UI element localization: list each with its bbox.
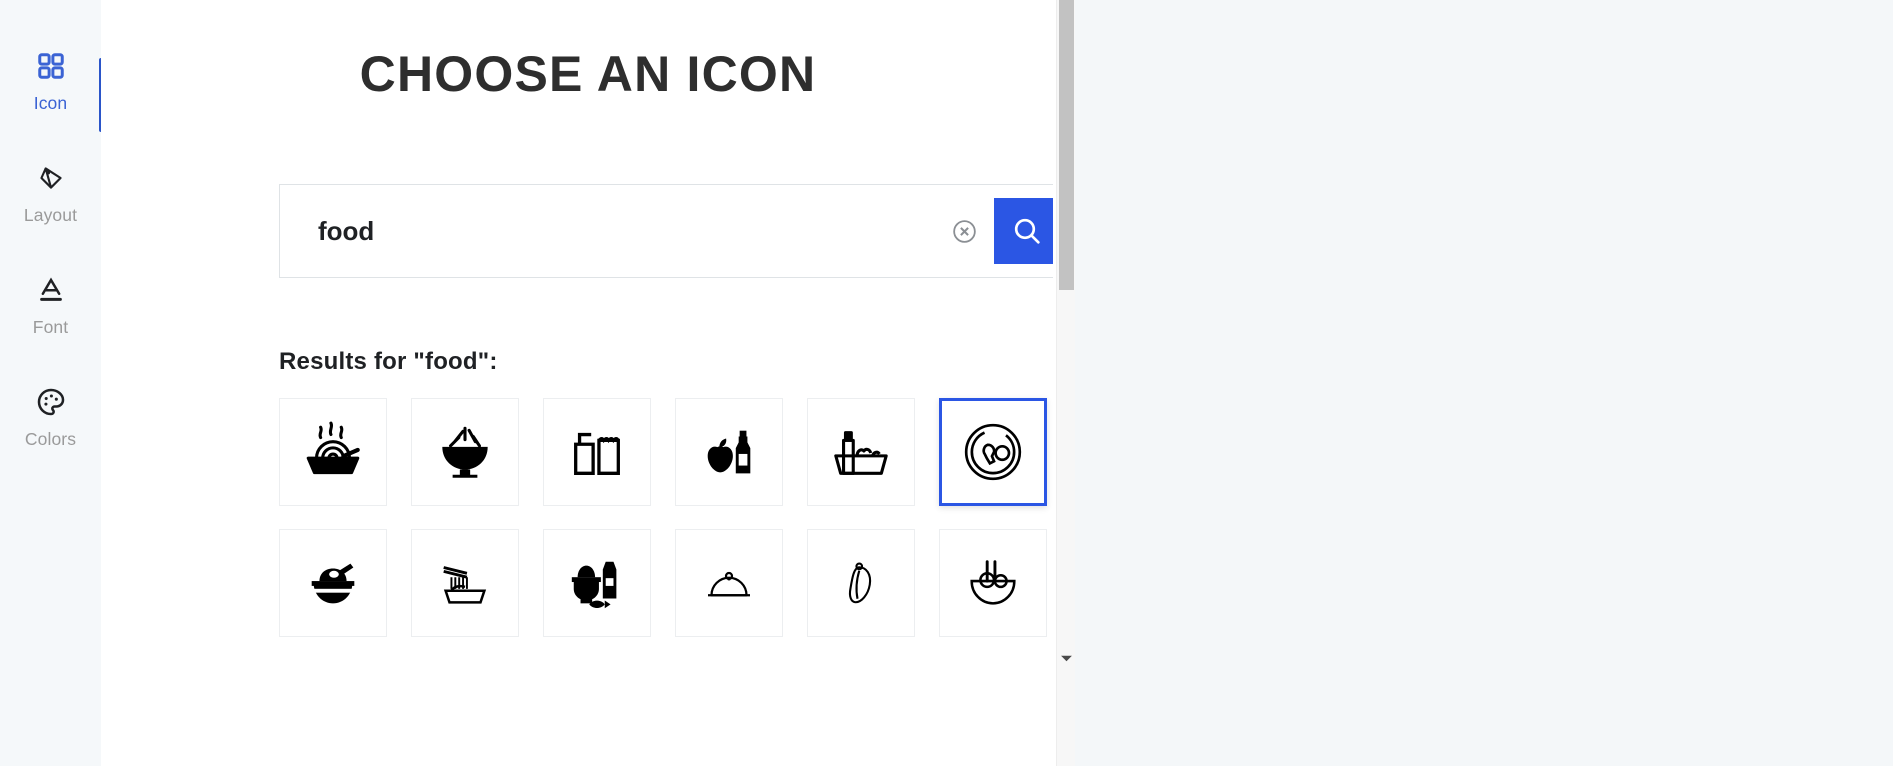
sidebar-item-label: Colors — [24, 429, 77, 449]
app-root: Icon Layout Font Colors CHOOSE AN ICON f… — [0, 0, 1893, 766]
scrollbar-thumb[interactable] — [1059, 0, 1074, 290]
icon-tile-rice-bowl-spoon[interactable] — [279, 529, 387, 637]
icon-tile-taco[interactable] — [807, 529, 915, 637]
icon-tile-bento-fish[interactable] — [543, 529, 651, 637]
search-bar — [279, 184, 1074, 278]
icon-tile-apple-and-bottle[interactable] — [675, 398, 783, 506]
icon-tile-drink-and-bag[interactable] — [543, 398, 651, 506]
clear-search-icon[interactable] — [942, 209, 986, 253]
sidebar-item-label: Layout — [23, 205, 78, 225]
icon-tile-salad-bowl[interactable] — [411, 398, 519, 506]
sidebar-item-layout[interactable]: Layout — [0, 158, 101, 234]
icon-chooser-panel: CHOOSE AN ICON Results for "food": — [101, 0, 1075, 766]
sidebar-item-label: Font — [32, 317, 69, 337]
search-button[interactable] — [994, 198, 1060, 264]
icon-tile-bowl-utensils[interactable] — [939, 529, 1047, 637]
icon-tile-grocery-basket[interactable] — [807, 398, 915, 506]
sidebar-item-colors[interactable]: Colors — [0, 382, 101, 458]
chevron-down-icon[interactable] — [1057, 649, 1075, 668]
icon-tile-cloche[interactable] — [675, 529, 783, 637]
results-scrollbar[interactable] — [1056, 0, 1075, 766]
font-icon — [36, 270, 66, 310]
page-title: CHOOSE AN ICON — [359, 46, 817, 102]
sidebar-item-font[interactable]: Font — [0, 270, 101, 346]
results-label: Results for "food": — [279, 348, 498, 375]
sidebar-item-icon[interactable]: Icon — [0, 46, 101, 122]
layout-icon — [34, 158, 68, 198]
icon-tile-plate-chicken-egg[interactable] — [939, 398, 1047, 506]
icon-tile-noodle-bowl[interactable] — [279, 398, 387, 506]
left-sidebar: Icon Layout Font Colors — [0, 0, 103, 766]
logo-preview-panel: HOME WORK STUDIO ABOUT — [1075, 0, 1893, 766]
grid-icon — [36, 46, 66, 86]
sidebar-item-label: Icon — [33, 93, 68, 113]
palette-icon — [35, 382, 67, 422]
icon-results-grid — [279, 398, 1075, 637]
search-input[interactable] — [280, 185, 942, 277]
icon-tile-noodles-chopsticks[interactable] — [411, 529, 519, 637]
